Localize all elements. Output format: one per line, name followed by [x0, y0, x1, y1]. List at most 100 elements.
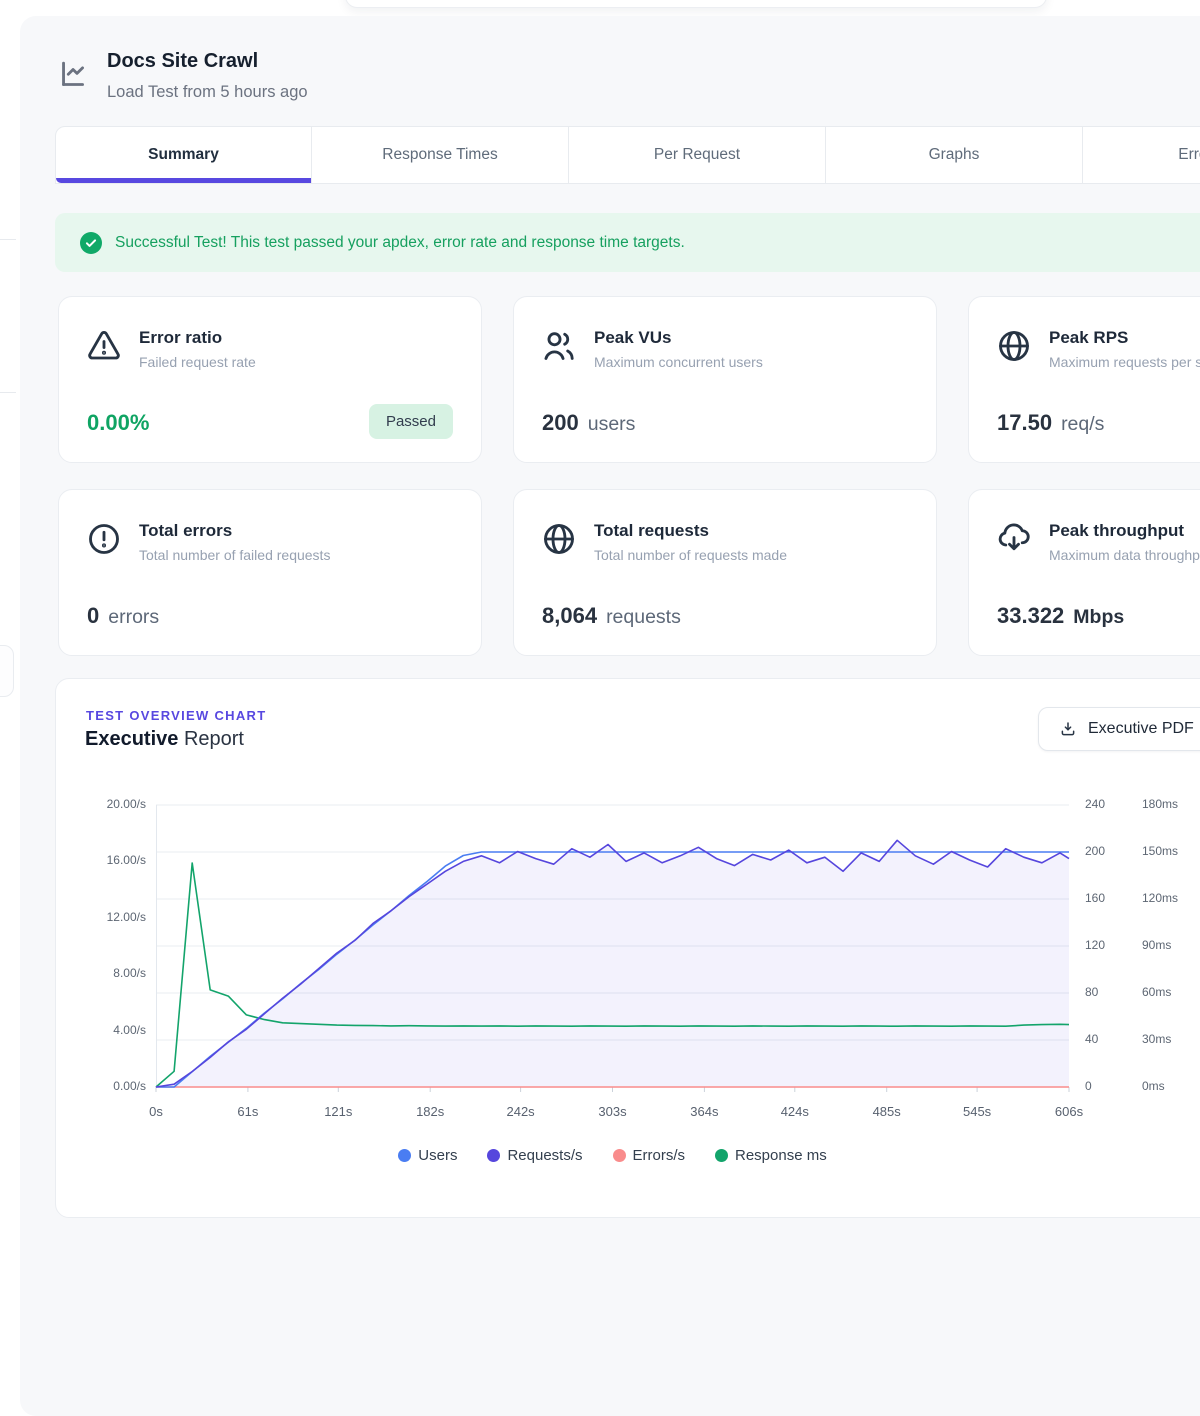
active-tab-indicator	[56, 178, 311, 183]
x-axis-label: 121s	[306, 1104, 370, 1119]
x-axis-label: 545s	[945, 1104, 1009, 1119]
y-axis-label-ms: 0ms	[1142, 1079, 1165, 1093]
tab-label: Summary	[148, 146, 219, 164]
metric-card-peak-throughput: Peak throughput Maximum data throughput …	[968, 489, 1200, 656]
success-banner: Successful Test! This test passed your a…	[55, 213, 1200, 272]
metric-title: Total requests	[594, 521, 709, 541]
y-axis-label-users: 0	[1085, 1079, 1092, 1093]
y-axis-label-users: 160	[1085, 891, 1105, 905]
legend-dot	[487, 1149, 500, 1162]
executive-pdf-button[interactable]: Executive PDF	[1038, 707, 1200, 751]
tab-summary[interactable]: Summary	[55, 126, 312, 184]
clipped-left-card-edge	[0, 645, 14, 697]
tab-errors[interactable]: Errors (0)	[1083, 126, 1200, 184]
download-icon	[1059, 720, 1077, 738]
y-axis-label-left: 12.00/s	[88, 910, 146, 924]
metric-card-total-requests: Total requests Total number of requests …	[513, 489, 937, 656]
requests-area-fill	[156, 840, 1069, 1087]
chart-legend: Users Requests/s Errors/s Response ms	[156, 1147, 1069, 1164]
x-axis-label: 485s	[855, 1104, 919, 1119]
legend-dot	[398, 1149, 411, 1162]
metric-unit: req/s	[1061, 413, 1104, 436]
tab-per-request[interactable]: Per Request	[569, 126, 826, 184]
clipped-left-card-edge	[0, 239, 16, 240]
passed-badge: Passed	[369, 404, 453, 439]
overview-chart-card: TEST OVERVIEW CHART Executive Report Exe…	[55, 678, 1200, 1218]
metric-unit: errors	[108, 606, 159, 629]
metric-card-peak-rps: Peak RPS Maximum requests per second 17.…	[968, 296, 1200, 463]
users-icon	[541, 328, 577, 364]
y-axis-label-ms: 60ms	[1142, 985, 1171, 999]
y-axis-label-users: 80	[1085, 985, 1098, 999]
chart-title-bold: Executive	[85, 728, 178, 750]
legend-item-response-ms[interactable]: Response ms	[715, 1147, 827, 1164]
globe-icon	[541, 521, 577, 557]
metric-title: Peak throughput	[1049, 521, 1184, 541]
metric-subtitle: Maximum concurrent users	[594, 354, 763, 370]
tab-label: Response Times	[382, 146, 497, 164]
tab-graphs[interactable]: Graphs	[826, 126, 1083, 184]
legend-item-requests-s[interactable]: Requests/s	[487, 1147, 582, 1164]
y-axis-label-left: 4.00/s	[88, 1023, 146, 1037]
metric-subtitle: Maximum data throughput	[1049, 547, 1200, 563]
legend-item-errors-s[interactable]: Errors/s	[613, 1147, 686, 1164]
warning-triangle-icon	[86, 328, 122, 364]
metric-title: Error ratio	[139, 328, 222, 348]
y-axis-label-users: 240	[1085, 797, 1105, 811]
y-axis-label-left: 0.00/s	[88, 1079, 146, 1093]
metric-title: Total errors	[139, 521, 232, 541]
y-axis-label-users: 40	[1085, 1032, 1098, 1046]
x-axis-label: 182s	[398, 1104, 462, 1119]
metric-subtitle: Maximum requests per second	[1049, 354, 1200, 370]
legend-label: Users	[418, 1147, 457, 1164]
y-axis-label-ms: 150ms	[1142, 844, 1178, 858]
y-axis-label-ms: 120ms	[1142, 891, 1178, 905]
clipped-left-card-edge	[0, 392, 16, 393]
metric-value: 0.00%	[87, 410, 149, 436]
metric-value: 8,064	[542, 603, 597, 629]
metric-subtitle: Failed request rate	[139, 354, 256, 370]
metric-value: 200	[542, 410, 579, 436]
metric-subtitle: Total number of failed requests	[139, 547, 330, 563]
tab-label: Graphs	[929, 146, 980, 164]
tab-bar: Summary Response Times Per Request Graph…	[55, 126, 1200, 184]
legend-label: Errors/s	[633, 1147, 686, 1164]
x-axis-label: 424s	[763, 1104, 827, 1119]
x-axis-label: 303s	[581, 1104, 645, 1119]
y-axis-label-ms: 30ms	[1142, 1032, 1171, 1046]
metric-card-error-ratio: Error ratio Failed request rate 0.00% Pa…	[58, 296, 482, 463]
cloud-download-icon	[996, 521, 1032, 557]
y-axis-label-ms: 180ms	[1142, 797, 1178, 811]
y-axis-label-left: 8.00/s	[88, 966, 146, 980]
alert-circle-icon	[86, 521, 122, 557]
chart-eyebrow: TEST OVERVIEW CHART	[86, 708, 266, 723]
executive-pdf-label: Executive PDF	[1088, 720, 1194, 738]
x-axis-label: 364s	[672, 1104, 736, 1119]
metric-value: 0	[87, 603, 99, 629]
metric-unit: requests	[606, 606, 681, 629]
y-axis-label-users: 200	[1085, 844, 1105, 858]
page-title: Docs Site Crawl	[107, 50, 258, 73]
overview-chart-svg	[156, 805, 1069, 1087]
chart-title: Executive Report	[85, 728, 244, 751]
legend-dot	[613, 1149, 626, 1162]
tab-label: Errors (0)	[1178, 146, 1200, 164]
clipped-top-toolbar	[345, 0, 1047, 8]
metric-value: 33.322	[997, 603, 1064, 629]
metric-card-peak-vus: Peak VUs Maximum concurrent users 200 us…	[513, 296, 937, 463]
x-axis-label: 606s	[1037, 1104, 1101, 1119]
legend-dot	[715, 1149, 728, 1162]
page-subtitle: Load Test from 5 hours ago	[107, 83, 308, 102]
success-banner-text: Successful Test! This test passed your a…	[115, 234, 685, 252]
tab-response-times[interactable]: Response Times	[312, 126, 569, 184]
metric-title: Peak RPS	[1049, 328, 1128, 348]
legend-item-users[interactable]: Users	[398, 1147, 457, 1164]
y-axis-label-ms: 90ms	[1142, 938, 1171, 952]
tab-label: Per Request	[654, 146, 740, 164]
overview-chart: 20.00/s16.00/s12.00/s8.00/s4.00/s0.00/s2…	[156, 805, 1069, 1087]
metric-value: 17.50	[997, 410, 1052, 436]
y-axis-label-left: 16.00/s	[88, 853, 146, 867]
y-axis-label-users: 120	[1085, 938, 1105, 952]
line-chart-icon	[58, 56, 96, 94]
metric-unit: users	[588, 413, 636, 436]
